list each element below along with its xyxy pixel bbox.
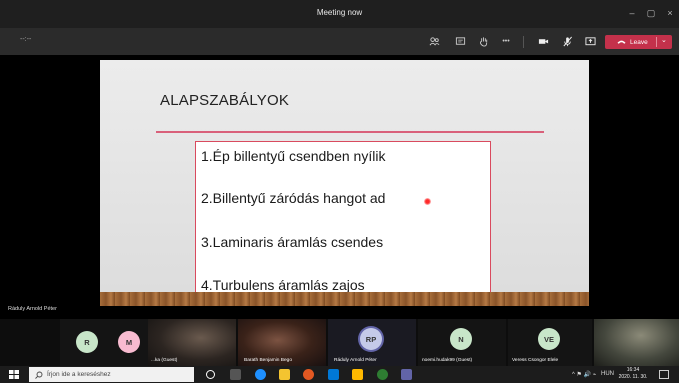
participant-strip: R M ...ka (Guest) Barath Benjamin Bego R… <box>0 319 679 366</box>
toolbar-separator <box>523 36 524 48</box>
slide-title-underline <box>156 131 544 133</box>
title-bar: Meeting now – ▢ × <box>0 0 679 28</box>
participant-name: Ráduly Arnold Péter <box>334 358 377 363</box>
phone-hangup-icon <box>617 40 626 44</box>
windows-taskbar: Írjon ide a kereséshez ^ ⚑ 🔊 ⌁ HUN 16:34… <box>0 366 679 383</box>
leave-divider <box>656 37 657 47</box>
slide-point: 4.Turbulens áramlás zajos <box>201 277 365 293</box>
clock-date: 2020. 11. 30. <box>618 374 648 380</box>
presenter-name-label: Ráduly Arnold Péter <box>8 306 57 312</box>
participant-tile[interactable]: VE Veress Csongor Elele <box>508 319 592 366</box>
slide-title: ALAPSZABÁLYOK <box>160 92 290 109</box>
clock-time: 16:34 <box>626 367 640 373</box>
cortana-icon[interactable] <box>206 370 215 379</box>
share-screen-icon <box>584 37 596 46</box>
leave-label: Leave <box>630 38 648 46</box>
people-icon <box>429 37 439 46</box>
presentation-slide: ALAPSZABÁLYOK 1.Ép billentyű csendben ny… <box>100 60 589 306</box>
raise-hand-button[interactable] <box>475 34 491 49</box>
participant-name: ...ka (Guest) <box>151 358 178 363</box>
search-icon <box>35 371 43 379</box>
slide-wood-border <box>100 292 589 306</box>
mic-muted-icon <box>562 36 572 47</box>
chat-icon <box>455 37 465 45</box>
meeting-timer: --:-- <box>20 36 32 43</box>
taskbar-search-input[interactable]: Írjon ide a kereséshez <box>29 367 194 382</box>
windows-start-icon[interactable] <box>9 370 19 379</box>
slide-point: 3.Laminaris áramlás csendes <box>201 234 384 250</box>
participant-name: Veress Csongor Elele <box>512 358 559 363</box>
avatar: VE <box>538 328 560 350</box>
system-tray-icons[interactable]: ^ ⚑ 🔊 ⌁ <box>572 371 596 378</box>
slide-point: 1.Ép billentyű csendben nyílik <box>201 148 386 164</box>
language-indicator[interactable]: HUN <box>601 371 614 377</box>
firefox-icon[interactable] <box>303 369 314 380</box>
participant-tile[interactable]: R M <box>60 319 148 366</box>
mic-button[interactable] <box>559 34 575 49</box>
slide-point: 2.Billentyű záródás hangot ad <box>201 190 386 206</box>
shared-content-stage: ALAPSZABÁLYOK 1.Ép billentyű csendben ny… <box>0 55 679 319</box>
participant-tile[interactable]: N noemi.hudak99 (Guest) <box>418 319 506 366</box>
participant-name: Barath Benjamin Bego <box>244 358 292 363</box>
minimize-button[interactable]: – <box>624 6 640 20</box>
notification-center-icon[interactable] <box>659 370 669 379</box>
share-screen-button[interactable] <box>582 34 598 49</box>
avatar: M <box>118 331 140 353</box>
avatar: RP <box>360 328 382 350</box>
store-icon[interactable] <box>352 369 363 380</box>
teams-icon[interactable] <box>401 369 412 380</box>
edge-icon[interactable] <box>255 369 266 380</box>
raise-hand-icon <box>479 37 487 47</box>
search-placeholder: Írjon ide a kereséshez <box>47 371 111 378</box>
more-options-icon[interactable]: ••• <box>498 34 514 49</box>
camera-button[interactable] <box>535 34 551 49</box>
leave-button[interactable]: Leave ⌄ <box>605 35 672 49</box>
mail-icon[interactable] <box>328 369 339 380</box>
taskbar-clock[interactable]: 16:34 2020. 11. 30. <box>618 367 648 381</box>
task-view-icon[interactable] <box>230 369 241 380</box>
participant-video-tile[interactable] <box>594 319 679 366</box>
close-button[interactable]: × <box>662 6 678 20</box>
chrome-icon[interactable] <box>377 369 388 380</box>
participant-tile[interactable]: RP Ráduly Arnold Péter <box>328 319 416 366</box>
meeting-toolbar: --:-- ••• Leave ⌄ <box>0 28 679 55</box>
participant-name: noemi.hudak99 (Guest) <box>422 358 473 363</box>
maximize-button[interactable]: ▢ <box>643 6 659 20</box>
participant-video-tile[interactable]: ...ka (Guest) <box>148 319 236 366</box>
chat-button[interactable] <box>452 34 468 49</box>
chevron-down-icon[interactable]: ⌄ <box>661 36 667 44</box>
people-button[interactable] <box>426 34 442 49</box>
camera-icon <box>538 39 548 44</box>
avatar: R <box>76 331 98 353</box>
participant-video-tile[interactable]: Barath Benjamin Bego <box>238 319 326 366</box>
laser-pointer-icon <box>424 198 431 205</box>
file-explorer-icon[interactable] <box>279 369 290 380</box>
avatar: N <box>450 328 472 350</box>
slide-content-box: 1.Ép billentyű csendben nyílik 2.Billent… <box>195 141 491 300</box>
window-title: Meeting now <box>316 8 363 17</box>
